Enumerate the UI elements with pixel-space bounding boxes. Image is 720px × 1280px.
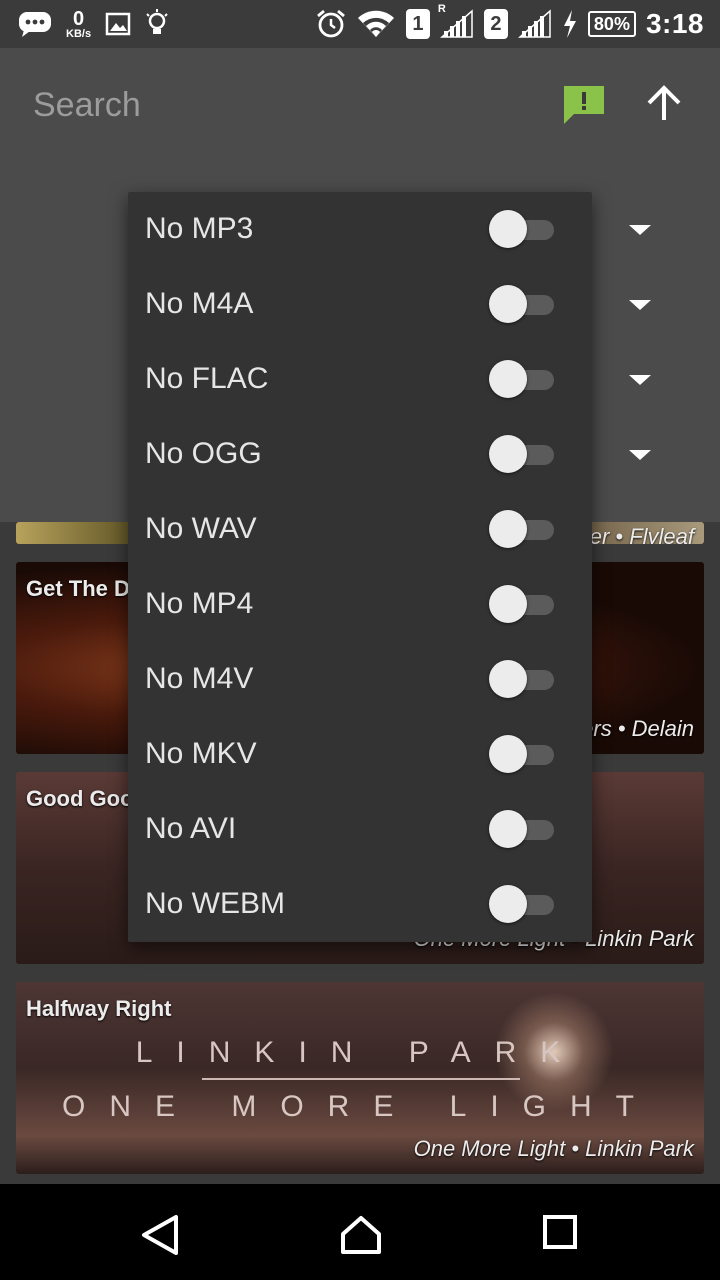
menu-item-no-ogg[interactable]: No OGG <box>128 417 592 492</box>
menu-item-no-mp4[interactable]: No MP4 <box>128 567 592 642</box>
song-card-title: Good Goo <box>26 786 134 811</box>
arrow-up-icon[interactable] <box>644 84 684 129</box>
status-left: 0 KB/s <box>18 0 169 48</box>
menu-item-no-avi[interactable]: No AVI <box>128 792 592 867</box>
switch-thumb <box>489 210 527 248</box>
app-root: 0 KB/s 1 R 2 80% 3:18 Search er • Flylea… <box>0 0 720 1280</box>
wifi-icon <box>356 9 396 39</box>
switch-thumb <box>489 735 527 773</box>
album-art-band: LINKIN PARK <box>135 1036 585 1069</box>
song-card-title: Get The D <box>26 576 130 601</box>
back-icon[interactable] <box>140 1214 180 1261</box>
menu-item-label: No MKV <box>145 737 257 770</box>
menu-item-no-mkv[interactable]: No MKV <box>128 717 592 792</box>
dropdown-arrow-icon[interactable] <box>629 375 651 385</box>
toggle-switch[interactable] <box>488 209 556 249</box>
menu-item-no-wav[interactable]: No WAV <box>128 492 592 567</box>
search-input[interactable]: Search <box>33 86 141 125</box>
format-filter-menu: No MP3 No M4A No FLAC No OGG No WAV No M… <box>128 192 592 942</box>
album-art-album: ONE MORE LIGHT <box>61 1090 659 1123</box>
switch-thumb <box>489 660 527 698</box>
menu-item-label: No WEBM <box>145 887 286 920</box>
switch-thumb <box>489 510 527 548</box>
toggle-switch[interactable] <box>488 584 556 624</box>
status-right: 1 R 2 80% 3:18 <box>316 0 704 48</box>
sim2-badge: 2 <box>483 9 508 39</box>
menu-item-no-m4a[interactable]: No M4A <box>128 267 592 342</box>
song-card-meta: One More Light • Linkin Park <box>413 1136 694 1161</box>
recents-icon[interactable] <box>542 1214 578 1255</box>
toggle-switch[interactable] <box>488 809 556 849</box>
battery-level: 80% <box>587 11 636 37</box>
toggle-switch[interactable] <box>488 884 556 924</box>
network-speed-unit: KB/s <box>66 27 92 40</box>
menu-item-label: No MP3 <box>145 212 254 245</box>
menu-item-label: No OGG <box>145 437 262 470</box>
navigation-bar <box>0 1184 720 1280</box>
lightbulb-icon <box>145 9 169 39</box>
sim1-badge: 1 <box>405 9 430 39</box>
network-speed: 0 KB/s <box>66 9 91 40</box>
status-bar: 0 KB/s 1 R 2 80% 3:18 <box>0 0 720 48</box>
clock: 3:18 <box>645 8 704 39</box>
song-card-meta: er • Flyleaf <box>589 524 694 544</box>
signal-sim1-icon: R <box>438 3 474 39</box>
home-icon[interactable] <box>340 1214 382 1261</box>
dropdown-arrow-icon[interactable] <box>629 300 651 310</box>
toggle-switch[interactable] <box>488 284 556 324</box>
switch-thumb <box>489 585 527 623</box>
messaging-icon <box>18 10 52 38</box>
toggle-switch[interactable] <box>488 734 556 774</box>
album-art-divider <box>202 1078 520 1080</box>
menu-item-label: No AVI <box>145 812 237 845</box>
switch-thumb <box>489 810 527 848</box>
dropdown-arrow-icon[interactable] <box>629 450 651 460</box>
dropdown-arrow-icon[interactable] <box>629 225 651 235</box>
song-card-title: Halfway Right <box>26 996 172 1021</box>
signal-sim2-icon <box>517 9 552 39</box>
song-card-meta: ers • Delain <box>581 716 694 741</box>
toggle-switch[interactable] <box>488 509 556 549</box>
switch-thumb <box>489 435 527 473</box>
feedback-icon[interactable] <box>562 84 606 131</box>
menu-item-label: No WAV <box>145 512 257 545</box>
charging-icon <box>562 10 578 38</box>
image-icon <box>105 12 131 36</box>
switch-thumb <box>489 885 527 923</box>
menu-item-label: No FLAC <box>145 362 269 395</box>
menu-item-no-webm[interactable]: No WEBM <box>128 867 592 942</box>
menu-item-label: No MP4 <box>145 587 254 620</box>
menu-item-no-mp3[interactable]: No MP3 <box>128 192 592 267</box>
menu-item-no-flac[interactable]: No FLAC <box>128 342 592 417</box>
menu-item-no-m4v[interactable]: No M4V <box>128 642 592 717</box>
song-card[interactable]: Halfway Right LINKIN PARK ONE MORE LIGHT… <box>16 982 704 1174</box>
toggle-switch[interactable] <box>488 659 556 699</box>
menu-item-label: No M4V <box>145 662 254 695</box>
menu-item-label: No M4A <box>145 287 254 320</box>
toggle-switch[interactable] <box>488 359 556 399</box>
roaming-indicator: R <box>437 3 446 15</box>
switch-thumb <box>489 285 527 323</box>
alarm-icon <box>316 9 346 39</box>
network-speed-value: 0 <box>72 7 85 30</box>
switch-thumb <box>489 360 527 398</box>
toggle-switch[interactable] <box>488 434 556 474</box>
